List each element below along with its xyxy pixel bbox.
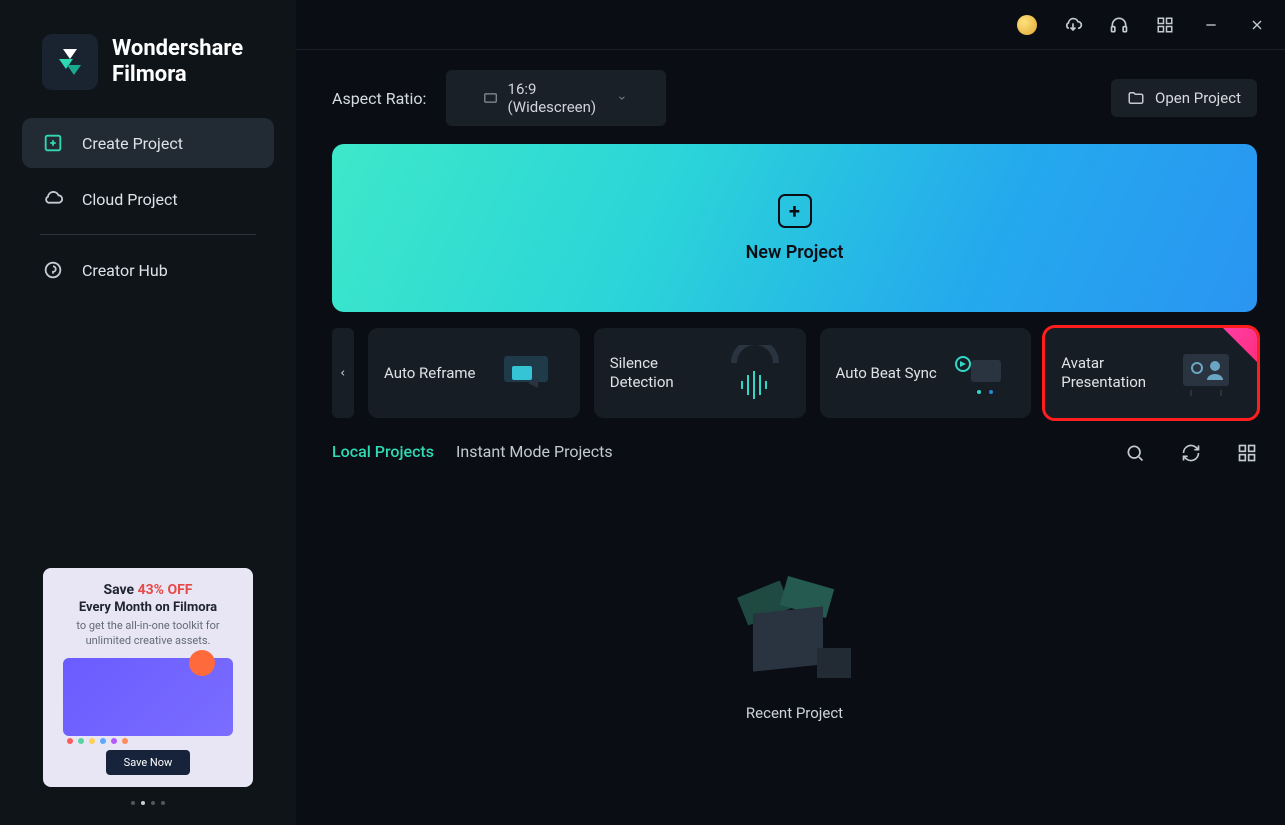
content-area: Aspect Ratio: 16:9 (Widescreen) Open Pro…: [296, 50, 1285, 825]
new-project-banner[interactable]: + New Project: [332, 144, 1257, 312]
feature-silence-detection[interactable]: Silence Detection: [594, 328, 806, 418]
cloud-download-icon[interactable]: [1063, 15, 1083, 35]
feature-auto-beat-sync[interactable]: Auto Beat Sync: [820, 328, 1032, 418]
projects-tabs: Local Projects Instant Mode Projects: [332, 442, 1257, 463]
open-project-button[interactable]: Open Project: [1111, 79, 1257, 117]
promo-save-prefix: Save: [104, 582, 138, 598]
promo-cta-button[interactable]: Save Now: [106, 750, 191, 775]
nav-create-project[interactable]: Create Project: [22, 118, 274, 168]
promo-save-off: 43% OFF: [138, 582, 193, 598]
tab-local-projects[interactable]: Local Projects: [332, 442, 434, 463]
profile-icon[interactable]: [1017, 15, 1037, 35]
aspect-ratio-select[interactable]: 16:9 (Widescreen): [446, 70, 666, 126]
titlebar: [296, 0, 1285, 50]
beat-sync-icon: [945, 343, 1015, 403]
brand-icon: [42, 34, 98, 90]
apps-grid-icon[interactable]: [1155, 15, 1175, 35]
grid-view-icon[interactable]: [1237, 443, 1257, 463]
app-window: Wondershare Filmora Create Project Cloud…: [0, 0, 1285, 825]
promo-line3: to get the all-in-one toolkit for unlimi…: [53, 619, 243, 648]
brand-logo: Wondershare Filmora: [12, 20, 284, 118]
headphones-icon[interactable]: [1109, 15, 1129, 35]
brand-text: Wondershare Filmora: [112, 36, 243, 89]
brand-line2: Filmora: [112, 62, 243, 88]
promo-line2: Every Month on Filmora: [53, 600, 243, 615]
feature-auto-reframe[interactable]: Auto Reframe: [368, 328, 580, 418]
tab-instant-projects[interactable]: Instant Mode Projects: [456, 442, 613, 463]
nav-cloud-label: Cloud Project: [82, 190, 178, 209]
promo-color-dots: [53, 738, 243, 744]
feature-label: Auto Beat Sync: [836, 364, 937, 383]
feature-scroll-left[interactable]: [332, 328, 354, 418]
promo-illustration: [63, 658, 233, 736]
new-project-label: New Project: [746, 242, 844, 263]
minimize-icon[interactable]: [1201, 15, 1221, 35]
reframe-icon: [494, 343, 564, 403]
nav-hub-label: Creator Hub: [82, 261, 168, 280]
folder-icon: [1127, 89, 1145, 107]
aspect-ratio-value: 16:9 (Widescreen): [508, 80, 607, 116]
feature-label: Auto Reframe: [384, 364, 475, 383]
chevron-down-icon: [617, 92, 627, 104]
nav-creator-hub[interactable]: Creator Hub: [22, 245, 274, 295]
presentation-icon: [1171, 343, 1241, 403]
nav-create-label: Create Project: [82, 134, 183, 153]
waveform-icon: [720, 343, 790, 403]
sidebar-nav: Create Project Cloud Project Creator Hub: [12, 118, 284, 295]
main-panel: Aspect Ratio: 16:9 (Widescreen) Open Pro…: [296, 0, 1285, 825]
feature-avatar-presentation[interactable]: Avatar Presentation: [1045, 328, 1257, 418]
feature-cards-row: Auto Reframe Silence Detection Auto Beat…: [332, 328, 1257, 418]
plus-icon: +: [778, 194, 812, 228]
open-project-label: Open Project: [1155, 89, 1241, 107]
brand-line1: Wondershare: [112, 36, 243, 62]
recent-project-label: Recent Project: [746, 704, 843, 722]
sidebar: Wondershare Filmora Create Project Cloud…: [0, 0, 296, 825]
nav-divider: [40, 234, 256, 235]
recent-projects-empty: Recent Project: [332, 463, 1257, 825]
promo-pager: [12, 801, 284, 805]
feature-label: Silence Detection: [610, 354, 720, 392]
nav-cloud-project[interactable]: Cloud Project: [22, 174, 274, 224]
refresh-icon[interactable]: [1181, 443, 1201, 463]
search-icon[interactable]: [1125, 443, 1145, 463]
aspect-ratio-label: Aspect Ratio:: [332, 89, 426, 108]
aspect-ratio-row: Aspect Ratio: 16:9 (Widescreen) Open Pro…: [332, 70, 1257, 126]
feature-label: Avatar Presentation: [1061, 354, 1171, 392]
close-icon[interactable]: [1247, 15, 1267, 35]
promo-line1: Save 43% OFF: [53, 582, 243, 598]
empty-box-icon: [735, 566, 855, 686]
promo-card[interactable]: Save 43% OFF Every Month on Filmora to g…: [43, 568, 253, 787]
